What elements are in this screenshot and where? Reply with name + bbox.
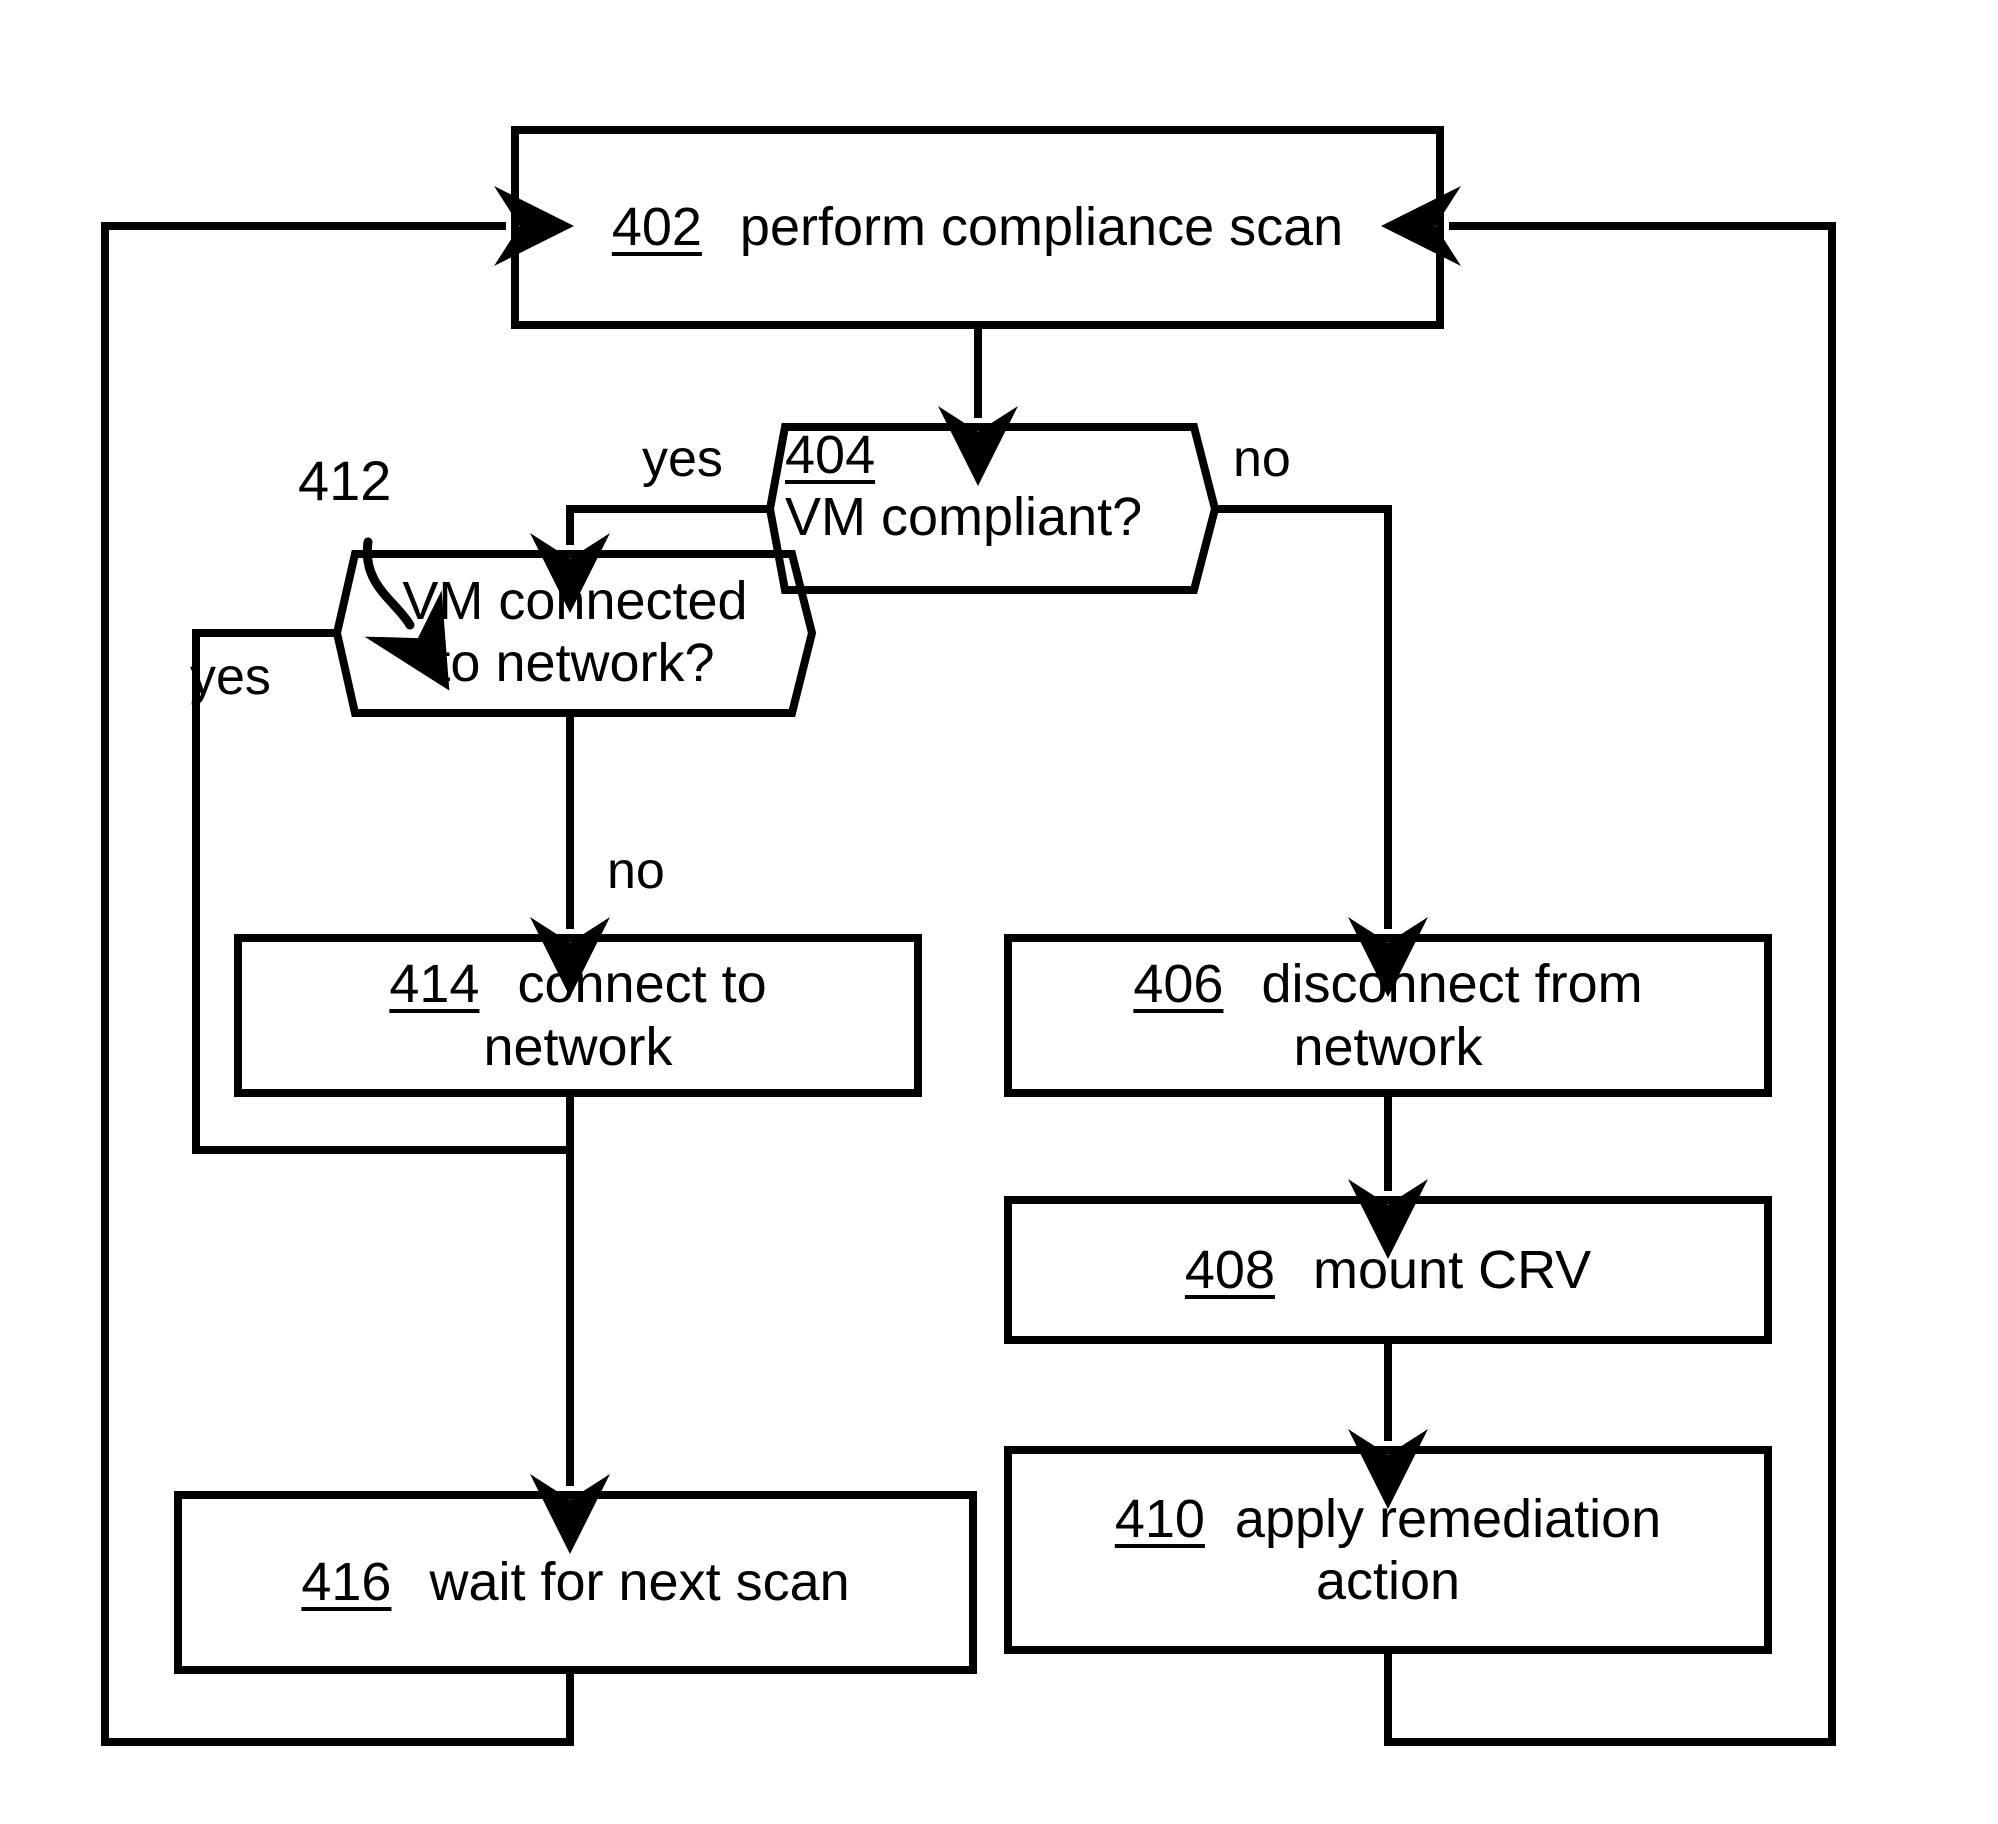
node-label-412: VM connected to network? xyxy=(340,548,810,716)
node-text-412-line-2: to network? xyxy=(435,633,715,693)
node-text-414-line-1: connect to xyxy=(517,954,767,1015)
node-text-404-line-1: VM compliant? xyxy=(785,487,1143,548)
node-text-408-line-1: mount CRV xyxy=(1312,1239,1592,1300)
edge-label-412-no: no xyxy=(607,842,665,900)
node-ref-408: 408 xyxy=(1184,1239,1275,1300)
edge-label-412-yes: yes xyxy=(190,648,271,706)
node-label-408: 408 mount CRV xyxy=(1008,1200,1768,1340)
edge-label-404-no: no xyxy=(1233,430,1291,488)
node-ref-416: 416 xyxy=(301,1552,392,1613)
edge-404-no-to-406 xyxy=(1215,505,1428,997)
node-text-410-line-2: action xyxy=(1315,1551,1461,1611)
edge-label-404-yes: yes xyxy=(642,430,723,488)
node-text-412-line-1: VM connected xyxy=(402,570,748,631)
node-text-410-line-1: apply remediation xyxy=(1234,1488,1662,1549)
callout-label-412: 412 xyxy=(298,449,392,512)
node-label-414: 414 connect to network xyxy=(238,938,918,1093)
node-text-416-line-1: wait for next scan xyxy=(429,1552,850,1613)
flowchart-diagram: 402 perform compliance scan 404 VM compli… xyxy=(0,0,1998,1824)
node-ref-410: 410 xyxy=(1114,1488,1205,1549)
node-text-406-line-2: network xyxy=(1293,1016,1483,1077)
node-text-406-line-1: disconnect from xyxy=(1261,954,1643,1015)
node-label-416: 416 wait for next scan xyxy=(178,1495,973,1670)
node-label-404: 404 VM compliant? xyxy=(785,418,1205,604)
node-ref-406: 406 xyxy=(1133,954,1224,1015)
edge-404-yes-to-412 xyxy=(530,505,770,613)
node-label-406: 406 disconnect from network xyxy=(1008,938,1768,1093)
node-text-414-line-2: network xyxy=(483,1016,673,1077)
node-ref-414: 414 xyxy=(389,954,480,1015)
node-label-410: 410 apply remediation action xyxy=(1008,1450,1768,1650)
node-text-402-line-1: perform compliance scan xyxy=(739,197,1344,258)
node-label-402: 402 perform compliance scan xyxy=(515,130,1440,325)
node-ref-404: 404 xyxy=(785,425,876,485)
node-ref-402: 402 xyxy=(611,197,702,258)
